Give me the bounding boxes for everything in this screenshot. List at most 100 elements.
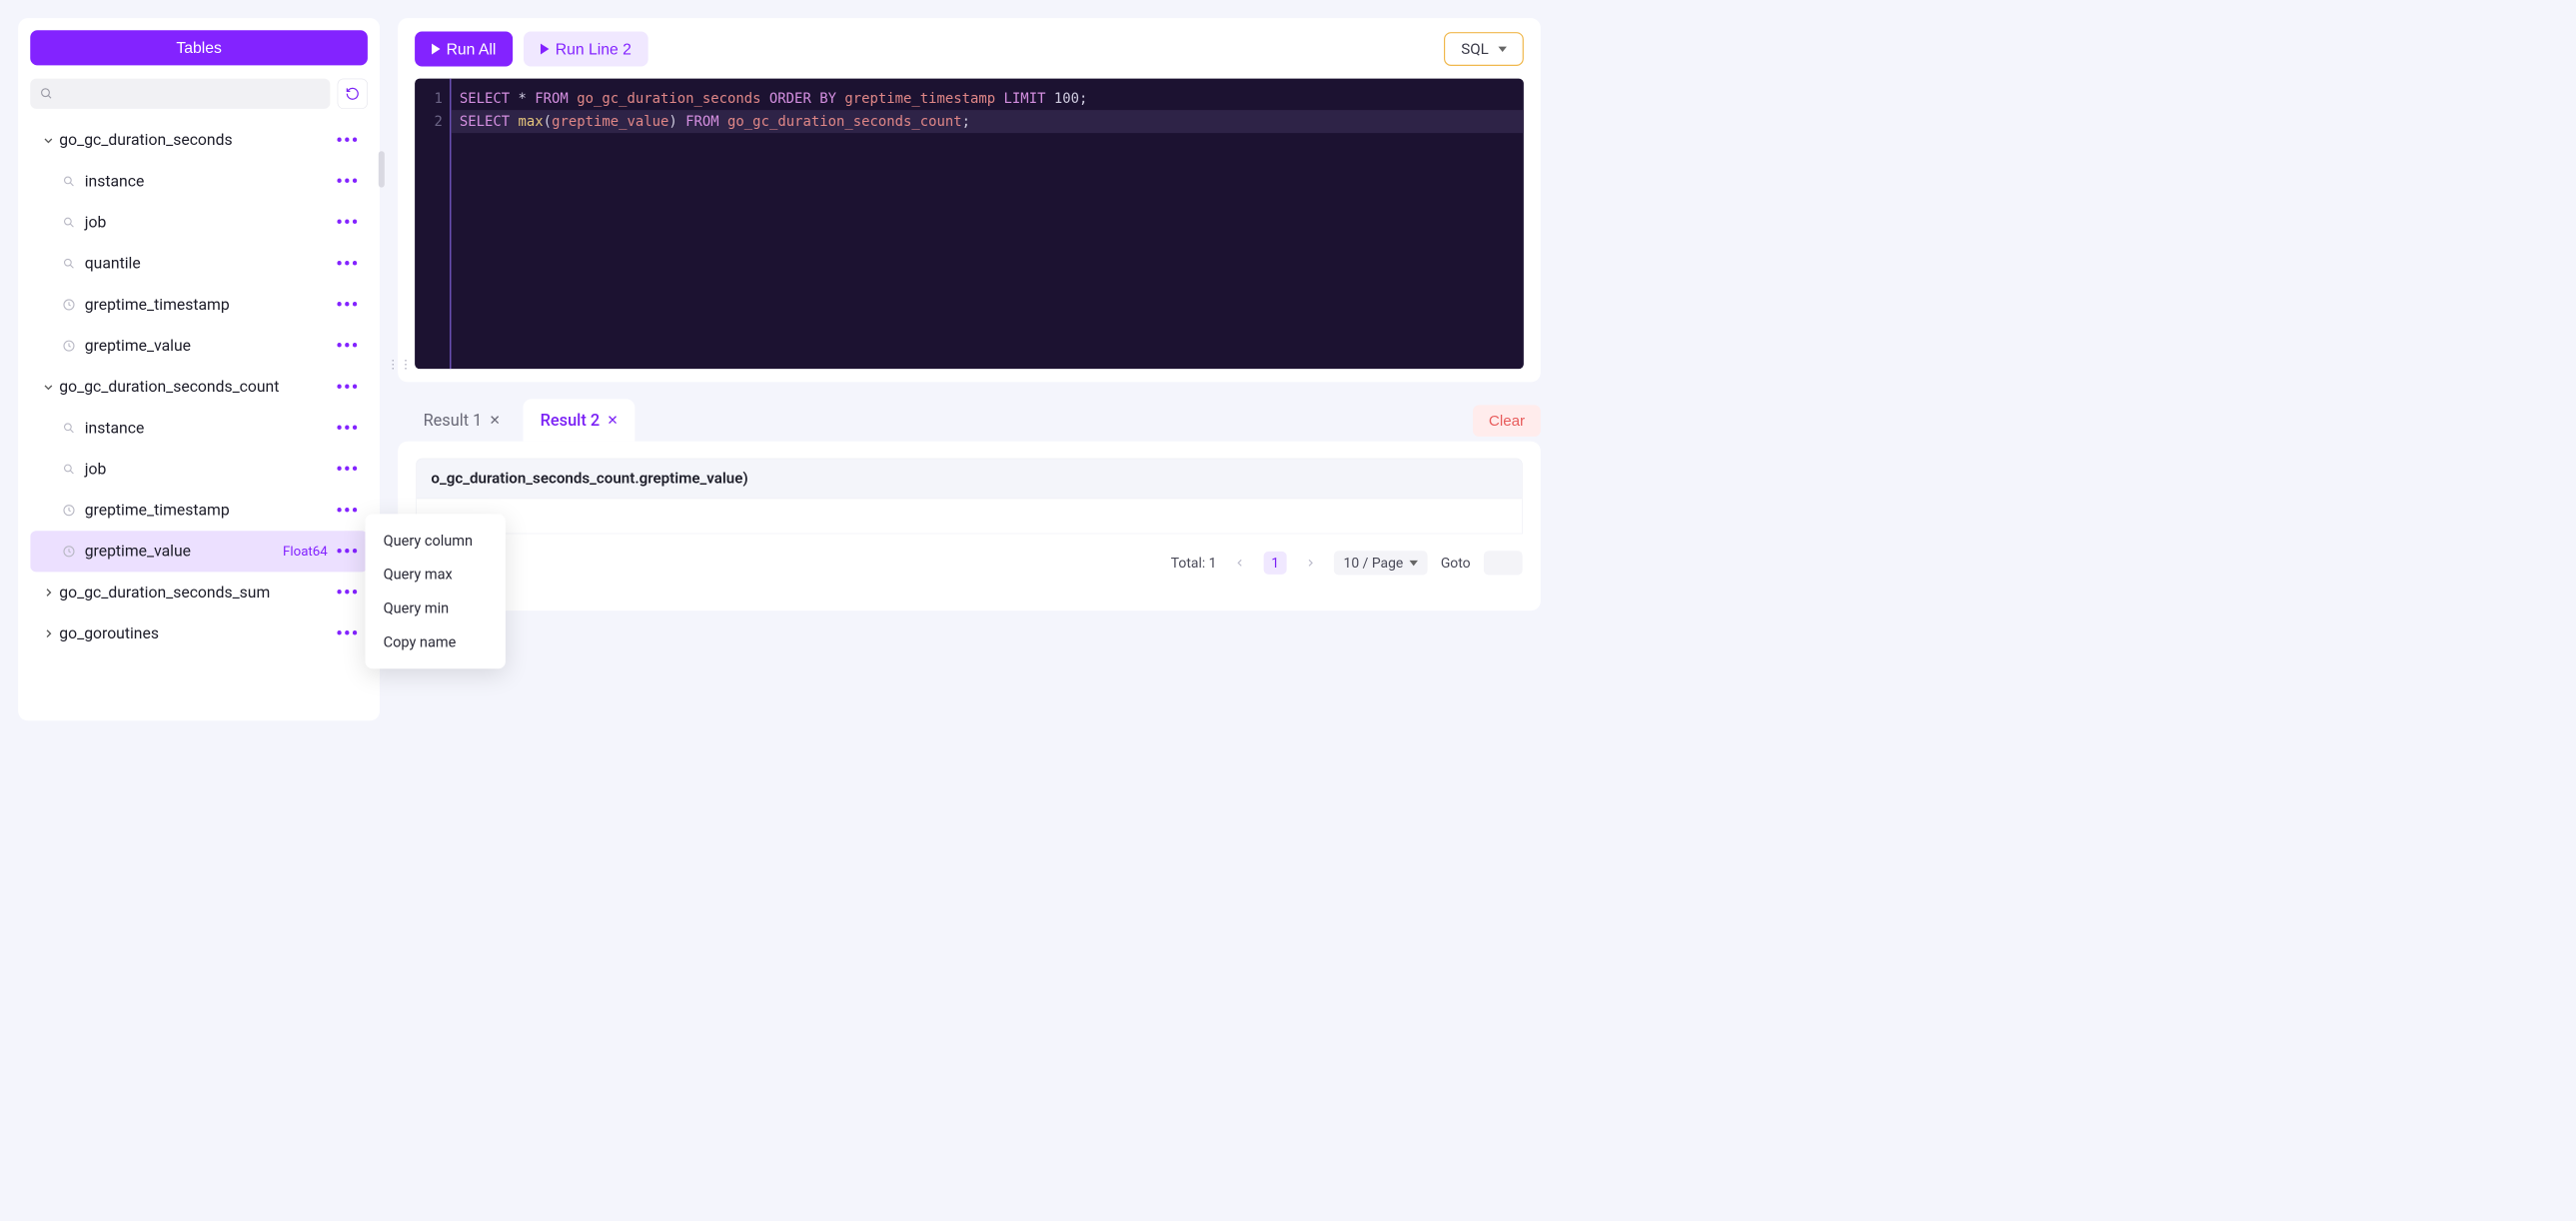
results-panel: Result 1✕Result 2✕ Clear o_gc_duration_s… (398, 399, 1541, 610)
code-editor[interactable]: 12 SELECT * FROM go_gc_duration_seconds … (415, 79, 1524, 369)
column-row[interactable]: instance ••• (30, 408, 368, 449)
close-icon[interactable]: ✕ (607, 413, 618, 428)
result-tabs: Result 1✕Result 2✕ Clear (398, 399, 1541, 441)
column-row[interactable]: quantile ••• (30, 243, 368, 284)
line-number: 1 (415, 87, 443, 110)
pane-drag-handle[interactable]: ⋮⋮ (387, 357, 412, 372)
more-button[interactable]: ••• (331, 294, 364, 315)
column-label: job (85, 214, 107, 232)
context-menu-item[interactable]: Query column (365, 524, 505, 558)
page-number[interactable]: 1 (1264, 552, 1287, 575)
column-row[interactable]: greptime_timestamp••• (30, 284, 368, 325)
run-all-button[interactable]: Run All (415, 31, 513, 66)
table-row[interactable]: go_gc_duration_seconds ••• (30, 120, 368, 161)
chevron-down-icon[interactable] (41, 380, 56, 395)
more-button[interactable]: ••• (331, 418, 364, 439)
search-input[interactable] (53, 79, 320, 109)
chevron-right-icon[interactable] (41, 626, 56, 641)
more-button[interactable]: ••• (331, 253, 364, 274)
search-box[interactable] (30, 79, 330, 109)
result-column-header: o_gc_duration_seconds_count.greptime_val… (416, 459, 1522, 500)
more-button[interactable]: ••• (331, 582, 364, 603)
main: Run All Run Line 2 SQL 12 SELECT * FROM … (398, 18, 1541, 720)
column-label: instance (85, 419, 145, 437)
more-button[interactable]: ••• (331, 130, 364, 151)
clear-button[interactable]: Clear (1473, 405, 1541, 436)
prev-page-button[interactable] (1230, 553, 1251, 574)
play-icon (432, 44, 440, 55)
language-label: SQL (1461, 40, 1489, 58)
total-label: Total: 1 (1171, 555, 1217, 571)
next-page-button[interactable] (1300, 553, 1321, 574)
column-row[interactable]: greptime_valueFloat64••• (30, 531, 368, 572)
column-label: greptime_value (85, 543, 191, 561)
chevron-down-icon[interactable] (41, 133, 56, 148)
table-row[interactable]: go_gc_duration_seconds_sum ••• (30, 572, 368, 612)
chevron-down-icon (1498, 46, 1506, 51)
goto-input[interactable] (1484, 551, 1523, 575)
column-row[interactable]: greptime_value••• (30, 326, 368, 367)
refresh-button[interactable] (338, 79, 368, 109)
table-label: go_gc_duration_seconds_sum (59, 584, 270, 602)
search-icon (40, 87, 53, 100)
more-button[interactable]: ••• (331, 377, 364, 398)
editor-card: Run All Run Line 2 SQL 12 SELECT * FROM … (398, 18, 1541, 382)
more-button[interactable]: ••• (331, 623, 364, 644)
table-label: go_gc_duration_seconds (59, 131, 232, 149)
scrollbar-thumb[interactable] (379, 151, 385, 187)
clock-icon (61, 504, 78, 517)
refresh-icon (346, 87, 361, 102)
per-page-label: 10 / Page (1344, 555, 1404, 571)
context-menu: Query columnQuery maxQuery minCopy name (365, 514, 505, 668)
chevron-right-icon (1305, 559, 1315, 569)
more-button[interactable]: ••• (331, 171, 364, 192)
code-line[interactable]: SELECT max(greptime_value) FROM go_gc_du… (451, 110, 1523, 133)
more-button[interactable]: ••• (331, 459, 364, 480)
column-label: job (85, 460, 107, 478)
table-row[interactable]: go_goroutines••• (30, 613, 368, 654)
column-row[interactable]: job ••• (30, 449, 368, 490)
code-line[interactable]: SELECT * FROM go_gc_duration_seconds ORD… (460, 87, 1524, 110)
editor-toolbar: Run All Run Line 2 SQL (415, 31, 1524, 66)
result-data-row (416, 499, 1522, 534)
line-number: 2 (415, 110, 443, 133)
result-body: o_gc_duration_seconds_count.greptime_val… (398, 442, 1541, 610)
table-label: go_gc_duration_seconds_count (59, 378, 279, 396)
tables-tree: go_gc_duration_seconds•••instance•••job•… (30, 120, 368, 708)
context-menu-item[interactable]: Query min (365, 592, 505, 625)
play-icon (541, 44, 549, 55)
table-row[interactable]: go_gc_duration_seconds_count ••• (30, 367, 368, 408)
pagination: Total: 1 1 10 / Page Goto (416, 551, 1522, 575)
column-row[interactable]: greptime_timestamp ••• (30, 490, 368, 531)
clock-icon (61, 545, 78, 558)
column-row[interactable]: instance••• (30, 161, 368, 202)
clock-icon (61, 298, 78, 311)
column-row[interactable]: job ••• (30, 202, 368, 243)
chevron-right-icon[interactable] (41, 586, 56, 601)
run-all-label: Run All (447, 40, 497, 59)
run-line-label: Run Line 2 (556, 40, 632, 59)
context-menu-item[interactable]: Query max (365, 558, 505, 592)
clock-icon (61, 339, 78, 352)
tag-icon (61, 216, 78, 229)
sidebar: Tables go_gc_duration_seconds ••• instance… (18, 18, 380, 720)
chevron-down-icon (1409, 561, 1417, 566)
result-tab-label: Result 1 (424, 411, 483, 430)
close-icon[interactable]: ✕ (490, 413, 501, 428)
run-line-button[interactable]: Run Line 2 (524, 31, 648, 66)
column-label: greptime_timestamp (85, 502, 230, 520)
more-button[interactable]: ••• (331, 212, 364, 233)
per-page-select[interactable]: 10 / Page (1334, 551, 1428, 575)
column-label: quantile (85, 255, 141, 273)
tag-icon (61, 422, 78, 435)
more-button[interactable]: ••• (331, 336, 364, 357)
chevron-left-icon (1235, 559, 1245, 569)
more-button[interactable]: ••• (331, 541, 364, 562)
result-tab[interactable]: Result 2✕ (524, 399, 636, 441)
context-menu-item[interactable]: Copy name (365, 625, 505, 659)
language-select[interactable]: SQL (1444, 32, 1524, 66)
result-tab[interactable]: Result 1 ✕ (407, 399, 518, 441)
editor-lines: SELECT * FROM go_gc_duration_seconds ORD… (451, 79, 1523, 369)
tables-button[interactable]: Tables (30, 30, 368, 65)
more-button[interactable]: ••• (331, 500, 364, 521)
